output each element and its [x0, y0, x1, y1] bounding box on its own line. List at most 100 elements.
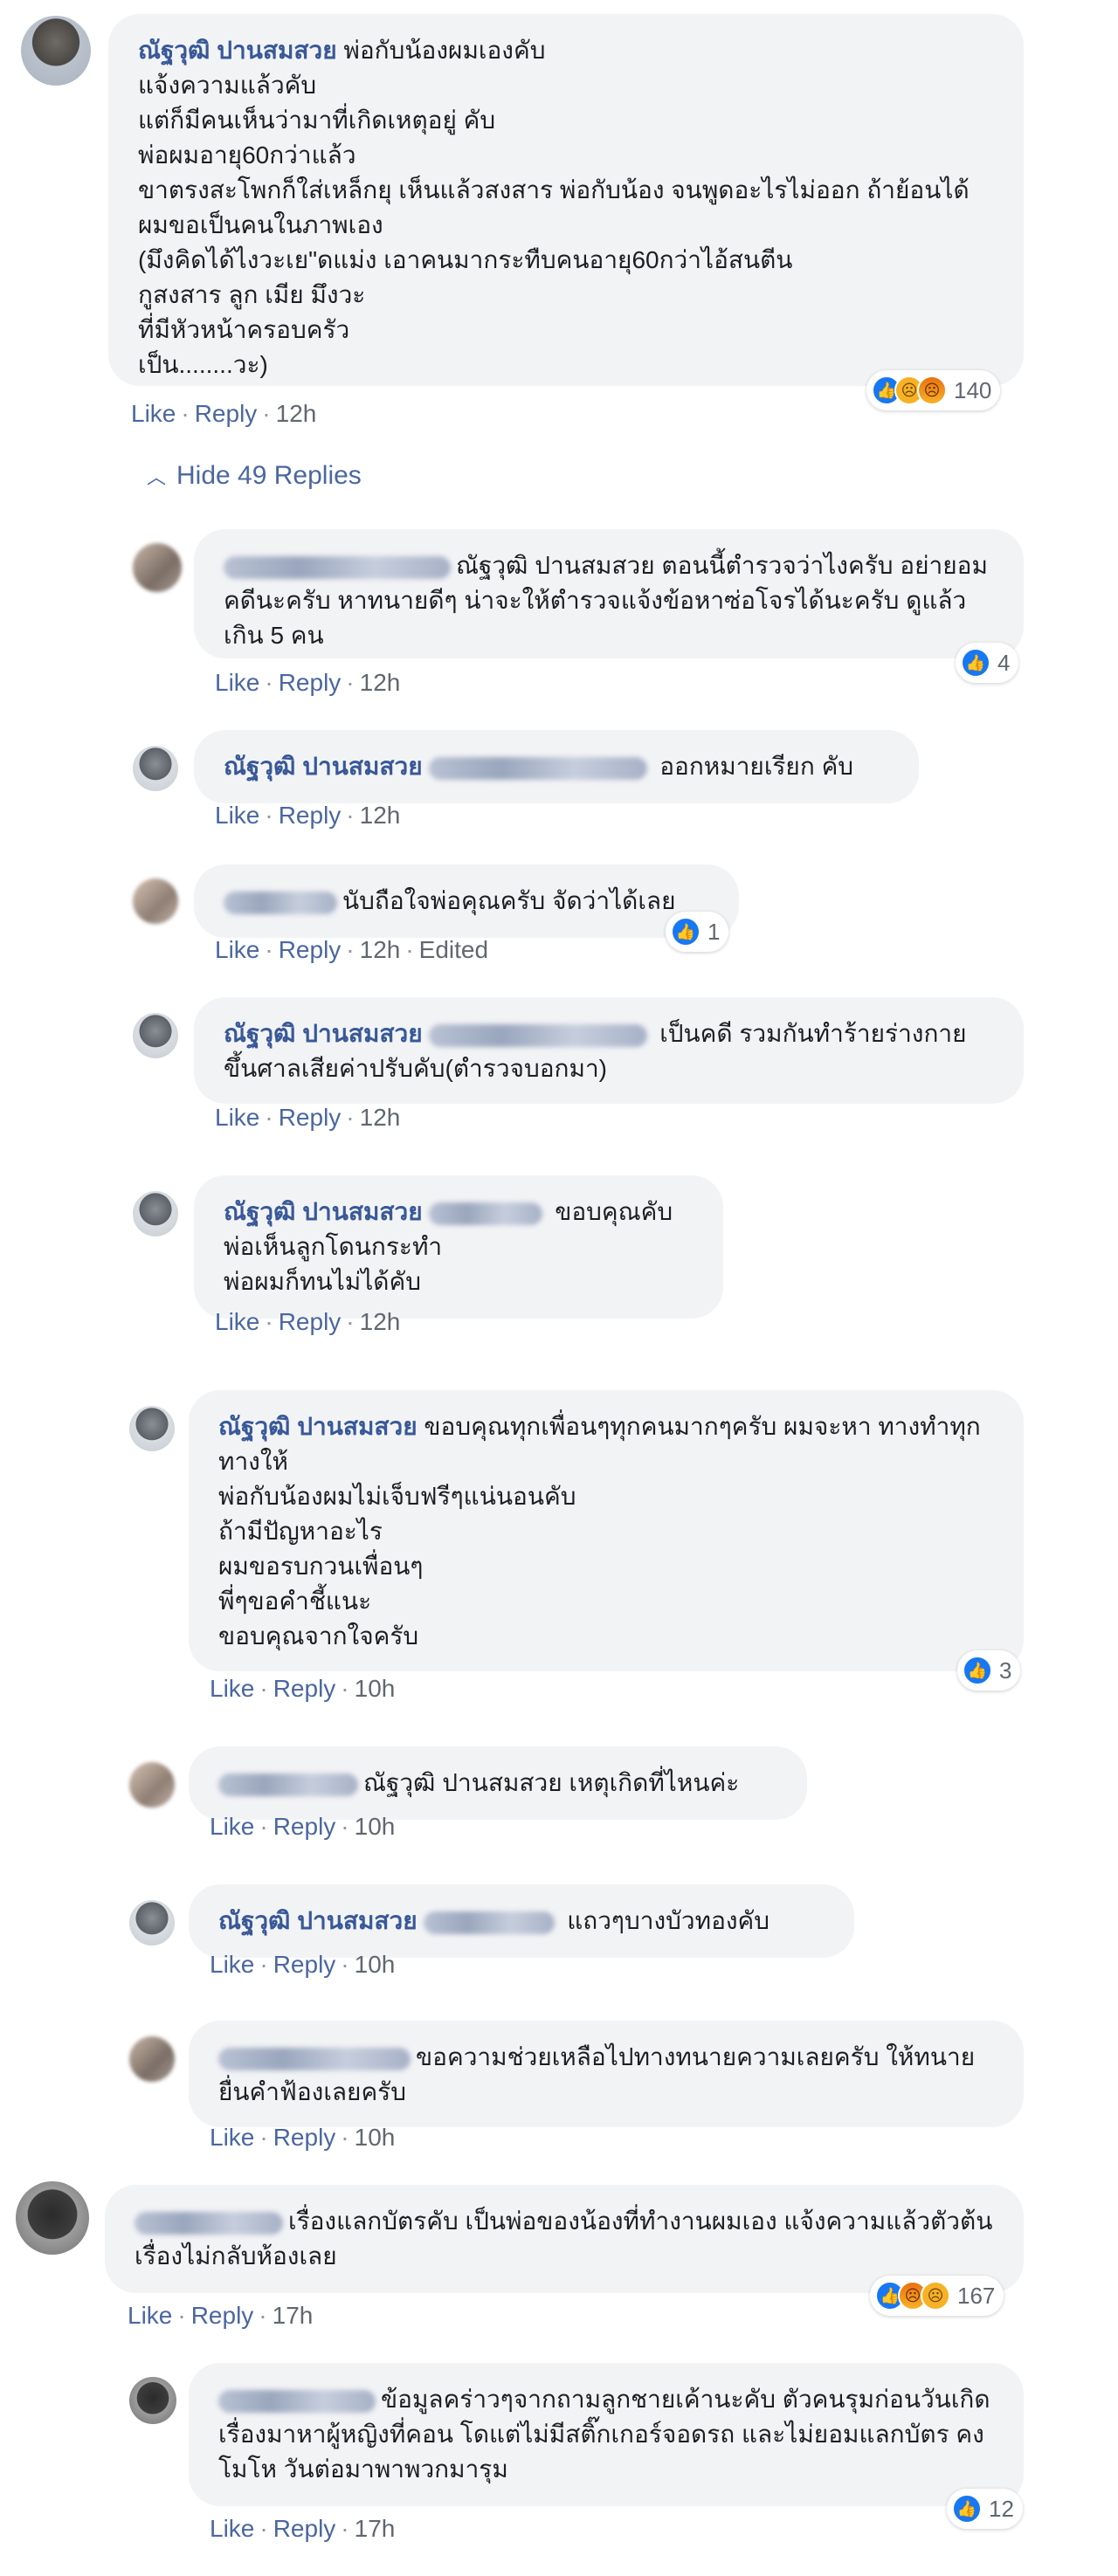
comment-text: พ่อกับน้องผมเองคับ แจ้งความแล้วคับ แต่ก็…	[138, 37, 970, 378]
comment-author[interactable]: ณัฐวุฒิ ปานสมสวย	[224, 753, 423, 780]
reply-link[interactable]: Reply	[279, 802, 342, 829]
like-link[interactable]: Like	[210, 1813, 254, 1840]
reaction-count: 4	[997, 649, 1011, 676]
like-link[interactable]: Like	[210, 2515, 254, 2542]
comment-author[interactable]: ณัฐวุฒิ ปานสมสวย	[138, 37, 337, 64]
comment-actions: Like · Reply · 10h	[210, 1951, 396, 1978]
like-link[interactable]: Like	[210, 1951, 254, 1978]
comment-author[interactable]: ณัฐวุฒิ ปานสมสวย	[224, 1198, 423, 1225]
reply-link[interactable]: Reply	[279, 1104, 342, 1131]
edited-label[interactable]: Edited	[419, 936, 488, 963]
like-link[interactable]: Like	[128, 2302, 172, 2329]
avatar[interactable]	[133, 1013, 178, 1058]
timestamp[interactable]: 10h	[355, 1675, 396, 1702]
comment-bubble: ณัฐวุฒิ ปานสมสวย ออกหมายเรียก คับ	[194, 730, 919, 803]
timestamp[interactable]: 10h	[355, 1951, 396, 1978]
comment-actions: Like · Reply · 17h	[128, 2302, 314, 2329]
comment-actions: Like · Reply · 12h	[215, 802, 401, 829]
blurred-author-name[interactable]	[224, 891, 337, 914]
reaction-summary[interactable]: 👍 ☹ ☹ 140	[866, 370, 1001, 410]
reaction-summary[interactable]: 👍 1	[666, 912, 729, 952]
avatar[interactable]	[129, 2036, 175, 2082]
like-icon: 👍	[961, 648, 990, 678]
avatar[interactable]	[129, 2377, 176, 2424]
like-icon: 👍	[963, 1656, 992, 1685]
comment-text: ออกหมายเรียก คับ	[659, 753, 854, 780]
timestamp[interactable]: 12h	[360, 669, 401, 696]
like-link[interactable]: Like	[215, 802, 259, 829]
comment-bubble: ณัฐวุฒิ ปานสมสวย ขอบคุณคับ พ่อเห็นลูกโดน…	[194, 1175, 723, 1319]
reaction-summary[interactable]: 👍 ☹ ☹ 167	[870, 2276, 1004, 2316]
avatar[interactable]	[133, 1191, 178, 1236]
timestamp[interactable]: 12h	[276, 400, 317, 427]
comment-author[interactable]: ณัฐวุฒิ ปานสมสวย	[224, 1020, 423, 1047]
reaction-count: 167	[957, 2282, 996, 2309]
sad-icon: ☹	[921, 2281, 950, 2311]
avatar[interactable]	[133, 878, 178, 924]
comment-author[interactable]: ณัฐวุฒิ ปานสมสวย	[218, 1413, 418, 1440]
avatar[interactable]	[133, 543, 182, 592]
blurred-mention[interactable]	[424, 1911, 556, 1934]
blurred-mention[interactable]	[429, 756, 648, 780]
avatar[interactable]	[133, 746, 178, 791]
timestamp[interactable]: 12h	[360, 802, 401, 829]
comment-actions: Like · Reply · 12h	[215, 669, 401, 696]
timestamp[interactable]: 12h	[360, 936, 401, 963]
angry-icon: ☹	[917, 375, 947, 405]
comment-bubble: ณัฐวุฒิ ปานสมสวย แถวๆบางบัวทองคับ	[189, 1884, 854, 1958]
comment-bubble: ณัฐวุฒิ ปานสมสวย เหตุเกิดที่ไหนค่ะ	[189, 1746, 807, 1820]
timestamp[interactable]: 12h	[360, 1308, 401, 1335]
reply-link[interactable]: Reply	[273, 2515, 336, 2542]
avatar[interactable]	[16, 2181, 89, 2255]
avatar[interactable]	[129, 1762, 175, 1808]
blurred-author-name[interactable]	[218, 2047, 411, 2070]
avatar[interactable]	[129, 1900, 175, 1946]
reply-link[interactable]: Reply	[273, 1813, 336, 1840]
comment-author[interactable]: ณัฐวุฒิ ปานสมสวย	[218, 1907, 418, 1934]
reply-link[interactable]: Reply	[195, 400, 258, 427]
like-link[interactable]: Like	[210, 1675, 254, 1702]
like-link[interactable]: Like	[210, 2124, 254, 2151]
reply-link[interactable]: Reply	[279, 669, 342, 696]
reply-link[interactable]: Reply	[279, 1308, 342, 1335]
avatar[interactable]	[129, 1406, 175, 1451]
like-icon: 👍	[671, 917, 700, 947]
like-link[interactable]: Like	[215, 1104, 259, 1131]
reaction-summary[interactable]: 👍 3	[957, 1650, 1021, 1691]
reaction-count: 3	[999, 1656, 1012, 1684]
timestamp[interactable]: 10h	[355, 2124, 396, 2151]
comment-actions: Like · Reply · 17h	[210, 2515, 396, 2542]
blurred-mention[interactable]	[429, 1023, 648, 1047]
reply-link[interactable]: Reply	[273, 1951, 336, 1978]
reaction-count: 1	[707, 918, 721, 945]
reply-link[interactable]: Reply	[273, 1675, 336, 1702]
hide-replies-toggle[interactable]: ︿ Hide 49 Replies	[147, 461, 362, 491]
reply-link[interactable]: Reply	[279, 936, 342, 963]
reaction-count: 140	[954, 376, 992, 403]
comment-actions: Like · Reply · 12h	[215, 1104, 401, 1131]
blurred-author-name[interactable]	[224, 555, 451, 579]
timestamp[interactable]: 17h	[273, 2302, 314, 2329]
blurred-author-name[interactable]	[218, 2389, 376, 2413]
reply-link[interactable]: Reply	[191, 2302, 254, 2329]
comment-actions: Like · Reply · 10h	[210, 2124, 396, 2151]
reaction-summary[interactable]: 👍 4	[956, 643, 1019, 683]
timestamp[interactable]: 10h	[355, 1813, 396, 1840]
like-link[interactable]: Like	[215, 1308, 259, 1335]
blurred-author-name[interactable]	[218, 1773, 358, 1796]
timestamp[interactable]: 17h	[355, 2515, 396, 2542]
comment-text: แถวๆบางบัวทองคับ	[567, 1907, 770, 1934]
reply-link[interactable]: Reply	[273, 2124, 336, 2151]
like-link[interactable]: Like	[215, 936, 259, 963]
timestamp[interactable]: 12h	[360, 1104, 401, 1131]
blurred-author-name[interactable]	[135, 2211, 283, 2235]
reaction-count: 12	[989, 2495, 1014, 2522]
reaction-summary[interactable]: 👍 12	[947, 2489, 1023, 2529]
avatar[interactable]	[21, 16, 91, 86]
like-link[interactable]: Like	[215, 669, 259, 696]
comment-actions: Like · Reply · 12h	[131, 400, 317, 427]
comment-bubble: ณัฐวุฒิ ปานสมสวย ตอนนี้ตำรวจว่าไงครับ อย…	[194, 529, 1024, 658]
blurred-mention[interactable]	[429, 1202, 543, 1225]
like-link[interactable]: Like	[131, 400, 176, 427]
comment-actions: Like · Reply · 10h	[210, 1675, 396, 1702]
